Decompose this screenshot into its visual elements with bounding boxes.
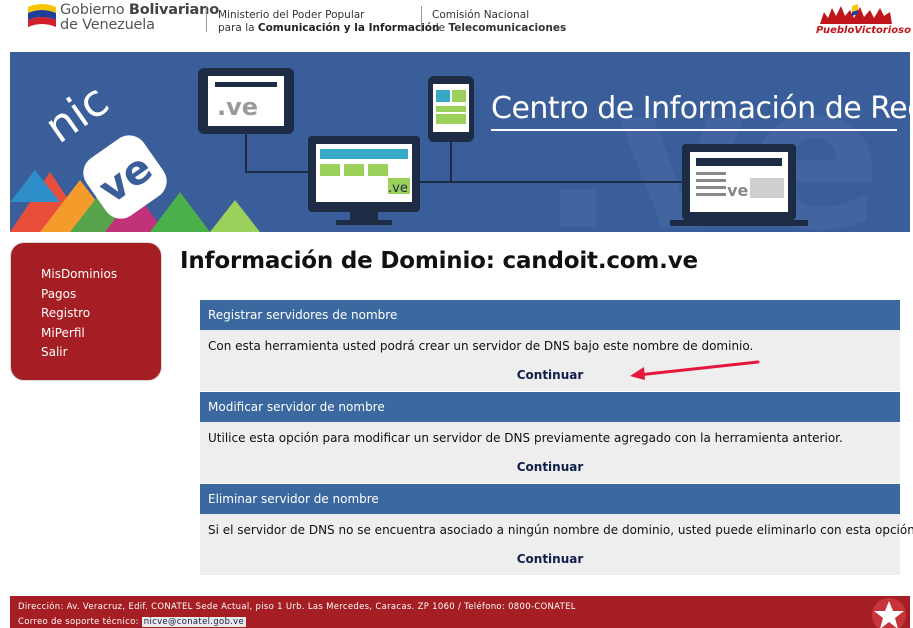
pueblo-victorioso-text: PuebloVictorioso: [816, 25, 911, 36]
venezuela-flag-icon: [28, 4, 56, 27]
section-body: Con esta herramienta usted podrá crear u…: [200, 330, 900, 391]
ministry-name: Ministerio del Poder Popular para la Com…: [218, 9, 440, 34]
tablet-screen-label: .ve: [217, 93, 258, 121]
commission-name: Comisión Nacional de Telecomunicaciones: [432, 9, 567, 34]
banner-illustration: .ve nic ve .ve .ve .ve: [10, 52, 882, 232]
section-heading: Eliminar servidor de nombre: [200, 484, 900, 514]
banner: .ve nic ve .ve .ve .ve Centro de Informa…: [10, 52, 910, 232]
pueblo-victorioso-logo: [820, 4, 892, 24]
section-modify-nameserver: Modificar servidor de nombre Utilice est…: [200, 392, 900, 483]
continue-delete-link[interactable]: Continuar: [200, 552, 900, 566]
header-divider: [421, 6, 422, 32]
sidebar-item-registro[interactable]: Registro: [41, 304, 117, 324]
continue-modify-link[interactable]: Continuar: [200, 460, 900, 474]
footer-support: Correo de soporte técnico: nicve@conatel…: [18, 617, 247, 627]
page-title: Información de Dominio: candoit.com.ve: [180, 248, 698, 274]
government-name: Gobierno Bolivariano de Venezuela: [60, 2, 220, 33]
header-divider: [206, 6, 207, 32]
section-heading: Registrar servidores de nombre: [200, 300, 900, 330]
support-label: Correo de soporte técnico:: [18, 617, 139, 627]
section-description: Si el servidor de DNS no se encuentra as…: [208, 523, 913, 537]
top-header: Gobierno Bolivariano de Venezuela Minist…: [0, 0, 913, 50]
logo-nic-text: nic: [36, 75, 118, 154]
sidebar-item-misdominios[interactable]: MisDominios: [41, 265, 117, 285]
banner-title-underline: [491, 129, 897, 131]
annotation-arrow: [630, 360, 760, 380]
sidebar-menu: MisDominios Pagos Registro MiPerfil Sali…: [10, 242, 162, 381]
monitor-screen-label: .ve: [388, 181, 408, 196]
star-icon: [872, 598, 906, 628]
sidebar-item-salir[interactable]: Salir: [41, 343, 117, 363]
section-register-nameservers: Registrar servidores de nombre Con esta …: [200, 300, 900, 391]
laptop-screen-label: .ve: [721, 181, 749, 200]
sidebar-item-pagos[interactable]: Pagos: [41, 285, 117, 305]
footer-address: Dirección: Av. Veracruz, Edif. CONATEL S…: [18, 602, 576, 612]
section-description: Con esta herramienta usted podrá crear u…: [208, 339, 754, 353]
banner-title: Centro de Información de Red: [491, 91, 910, 126]
section-delete-nameserver: Eliminar servidor de nombre Si el servid…: [200, 484, 913, 575]
section-body: Utilice esta opción para modificar un se…: [200, 422, 900, 483]
section-description: Utilice esta opción para modificar un se…: [208, 431, 843, 445]
support-email-link[interactable]: nicve@conatel.gob.ve: [141, 617, 247, 627]
section-heading: Modificar servidor de nombre: [200, 392, 900, 422]
section-body: Si el servidor de DNS no se encuentra as…: [200, 514, 913, 575]
sidebar-item-miperfil[interactable]: MiPerfil: [41, 324, 117, 344]
continue-register-link[interactable]: Continuar: [200, 368, 900, 382]
footer: Dirección: Av. Veracruz, Edif. CONATEL S…: [10, 596, 910, 628]
